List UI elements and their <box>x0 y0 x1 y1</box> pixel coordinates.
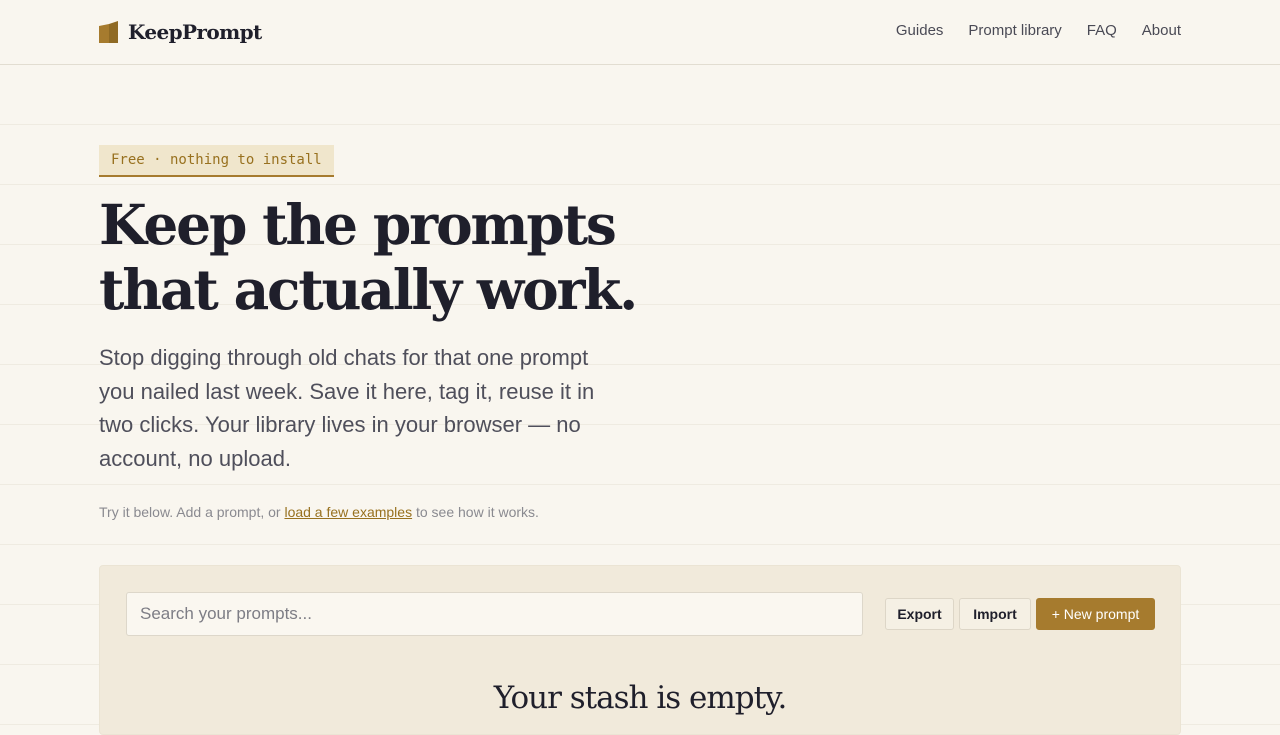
hint-text-before: Try it below. Add a prompt, or <box>99 504 285 520</box>
free-badge: Free · nothing to install <box>99 145 334 177</box>
nav-link-faq[interactable]: FAQ <box>1087 22 1117 40</box>
nav-link-about[interactable]: About <box>1142 22 1181 40</box>
import-button[interactable]: Import <box>959 598 1031 630</box>
hero-headline-line-1: Keep the prompts <box>99 192 617 257</box>
hero-headline-line-2: that actually work. <box>99 257 638 322</box>
brand-name: KeepPrompt <box>128 20 262 44</box>
hero-description: Stop digging through old chats for that … <box>99 345 595 471</box>
empty-state-title: Your stash is empty. <box>493 680 788 716</box>
nav-link-prompt-library[interactable]: Prompt library <box>968 22 1061 40</box>
new-prompt-button[interactable]: + New prompt <box>1036 598 1155 630</box>
brand-logo[interactable]: KeepPrompt <box>99 20 262 44</box>
nav-link-guides[interactable]: Guides <box>896 22 944 40</box>
hero-headline: Keep the prompts that actually work. <box>99 192 659 322</box>
export-button[interactable]: Export <box>885 598 954 630</box>
load-examples-link[interactable]: load a few examples <box>284 504 412 520</box>
try-hint: Try it below. Add a prompt, or load a fe… <box>99 503 539 521</box>
main-nav: Guides Prompt library FAQ About <box>871 22 1181 40</box>
hint-text-after: to see how it works. <box>412 504 539 520</box>
book-icon <box>99 21 118 43</box>
top-nav-bar: KeepPrompt Guides Prompt library FAQ Abo… <box>0 0 1280 65</box>
search-input[interactable] <box>126 592 863 636</box>
prompt-library-panel: Export Import + New prompt Your stash is… <box>99 565 1181 735</box>
